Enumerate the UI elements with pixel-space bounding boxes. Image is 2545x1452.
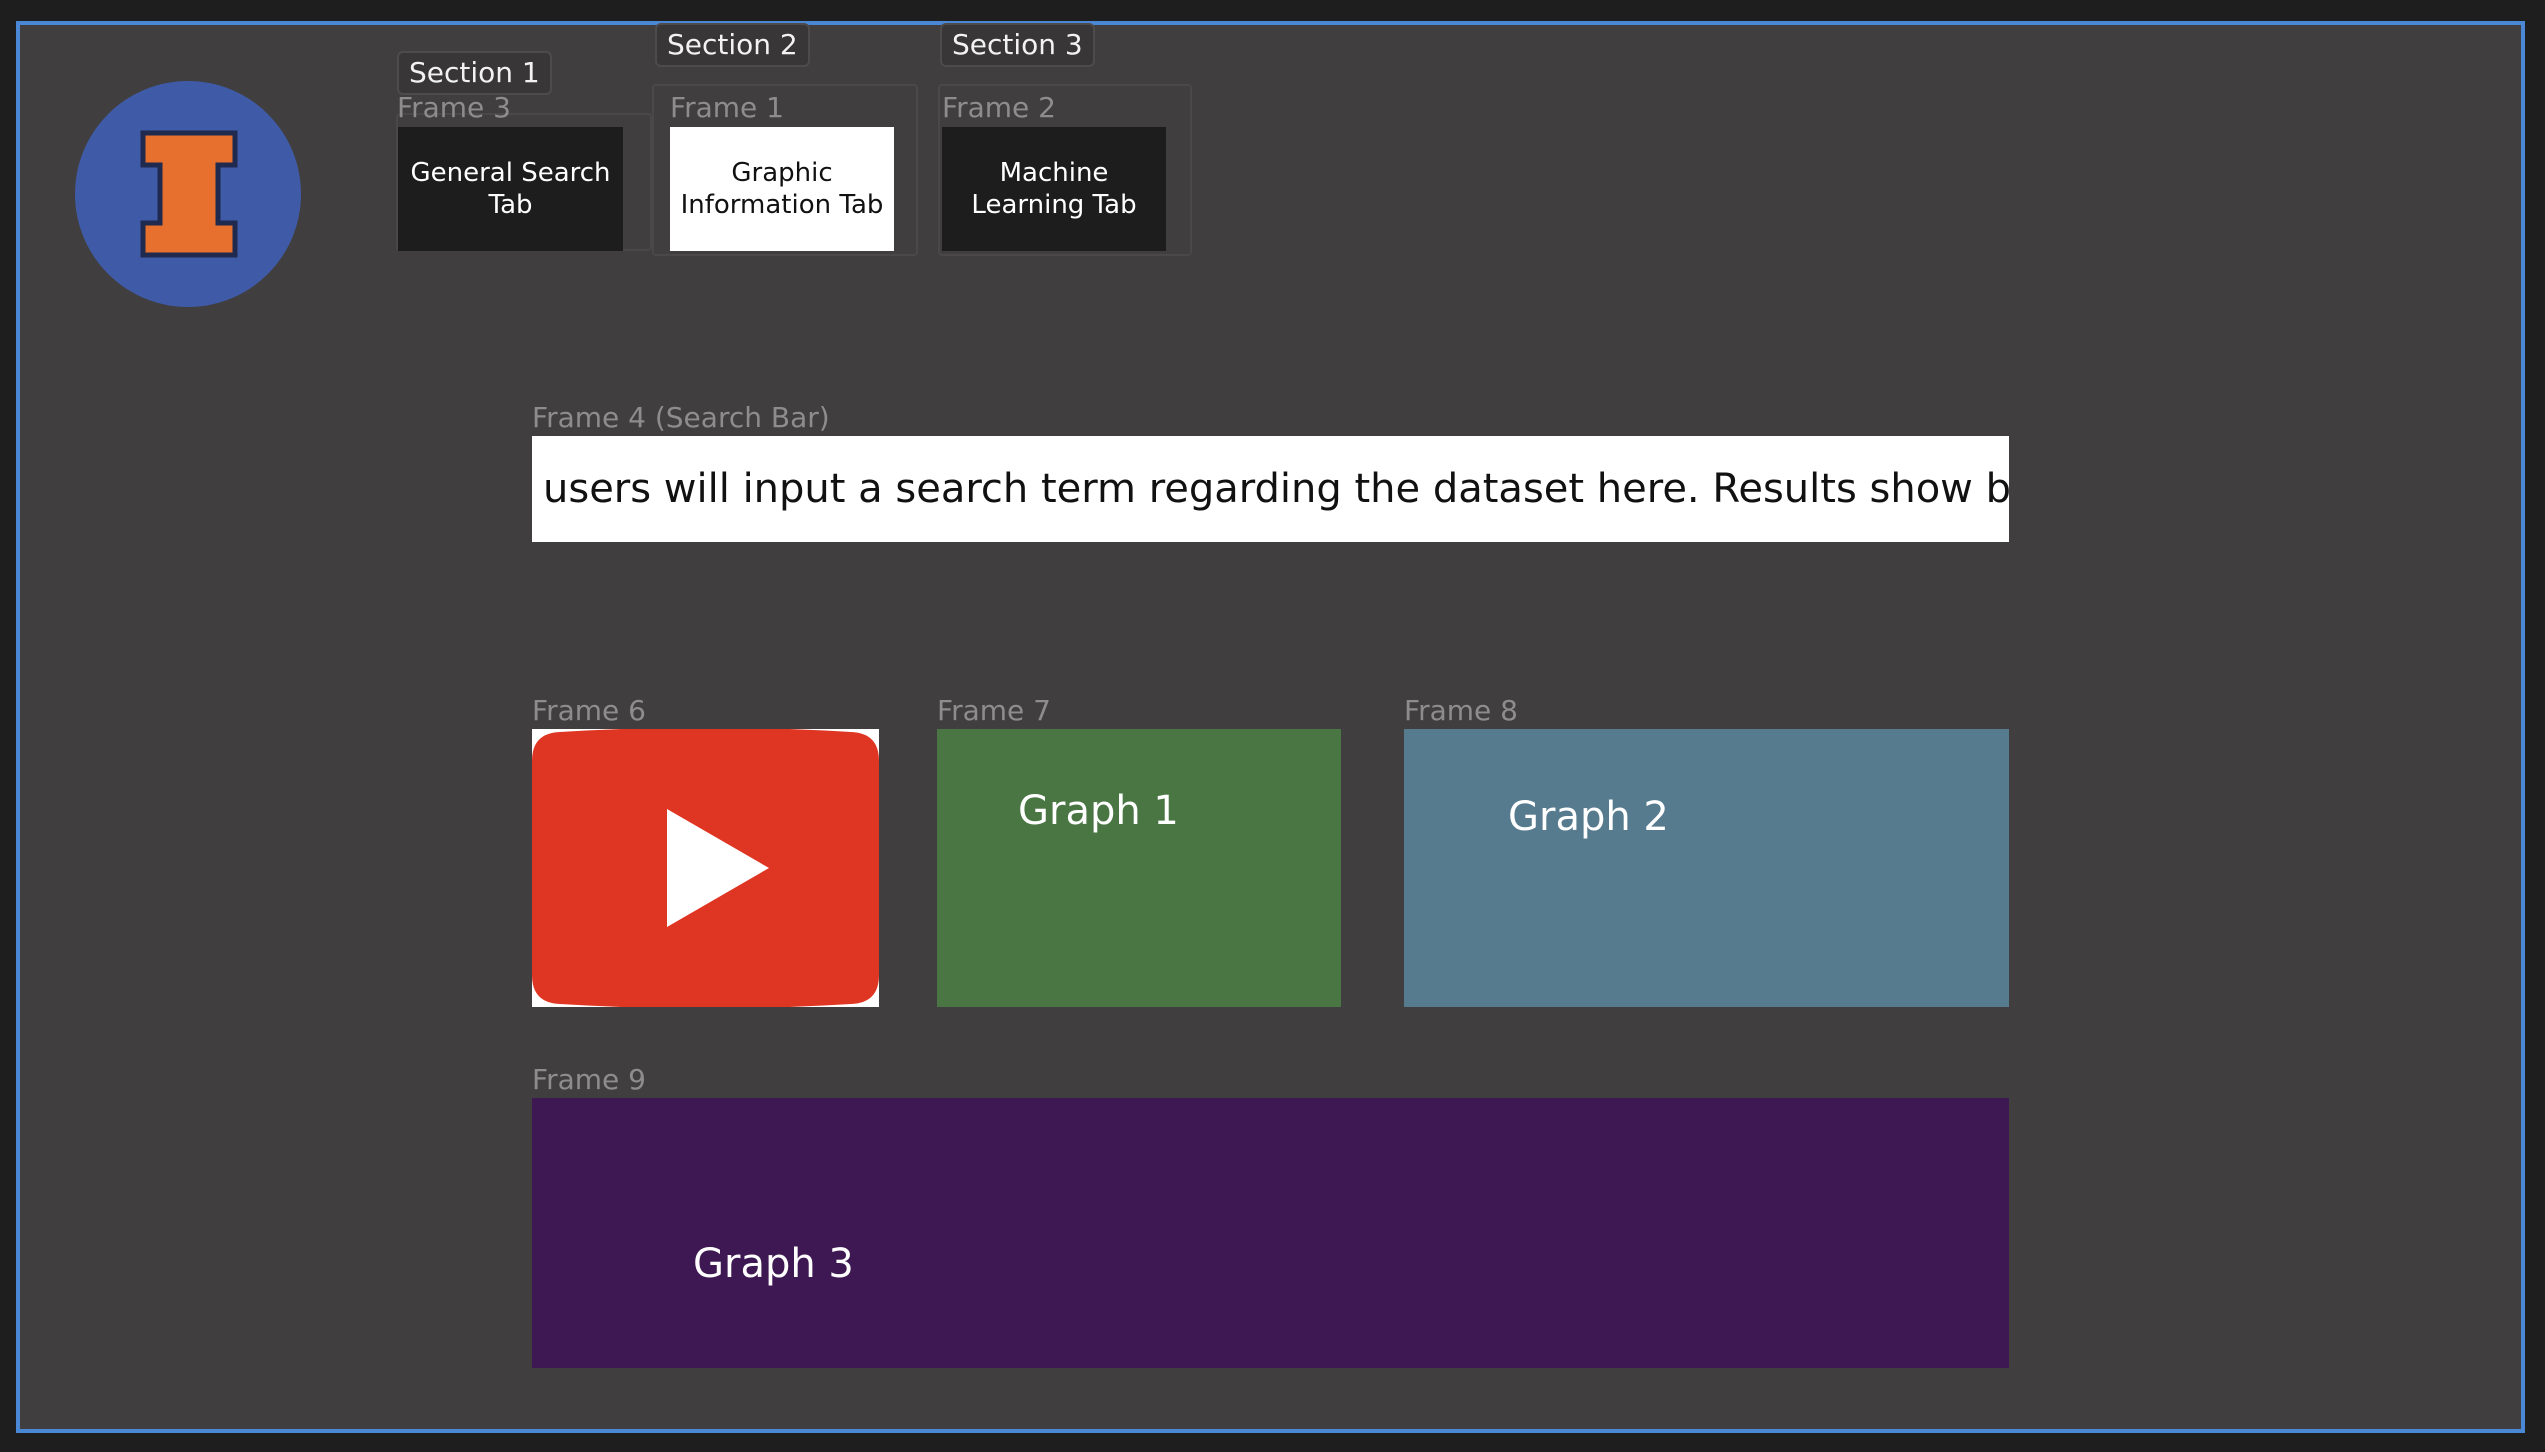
frame-3-label: Frame 3 — [397, 91, 511, 124]
design-canvas: Frame 3 Section 1 General Search Tab Fra… — [0, 0, 2545, 1452]
youtube-play-icon[interactable] — [532, 727, 879, 1009]
video-frame[interactable] — [532, 727, 879, 1009]
main-frame[interactable]: Frame 3 Section 1 General Search Tab Fra… — [16, 21, 2525, 1433]
graph-2-frame[interactable]: Graph 2 — [1404, 729, 2009, 1007]
frame-1-label: Frame 1 — [670, 91, 784, 124]
search-input[interactable]: users will input a search term regarding… — [532, 436, 2009, 542]
graph-1-frame[interactable]: Graph 1 — [937, 729, 1341, 1007]
frame-8-label: Frame 8 — [1404, 694, 1518, 727]
illinois-logo-icon — [75, 81, 301, 307]
frame-4-label: Frame 4 (Search Bar) — [532, 401, 830, 434]
section-3-tag[interactable]: Section 3 — [940, 23, 1095, 67]
graphic-information-tab[interactable]: Graphic Information Tab — [670, 127, 894, 251]
frame-7-label: Frame 7 — [937, 694, 1051, 727]
graph-3-label: Graph 3 — [693, 1241, 854, 1287]
graph-3-frame[interactable]: Graph 3 — [532, 1098, 2009, 1368]
frame-9-label: Frame 9 — [532, 1063, 646, 1096]
frame-2-label: Frame 2 — [942, 91, 1056, 124]
graph-2-label: Graph 2 — [1508, 794, 1669, 840]
machine-learning-tab[interactable]: Machine Learning Tab — [942, 127, 1166, 251]
section-2-tag[interactable]: Section 2 — [655, 23, 810, 67]
graph-1-label: Graph 1 — [1018, 788, 1179, 834]
general-search-tab[interactable]: General Search Tab — [398, 127, 623, 251]
section-1-tag[interactable]: Section 1 — [397, 51, 552, 95]
frame-6-label: Frame 6 — [532, 694, 646, 727]
